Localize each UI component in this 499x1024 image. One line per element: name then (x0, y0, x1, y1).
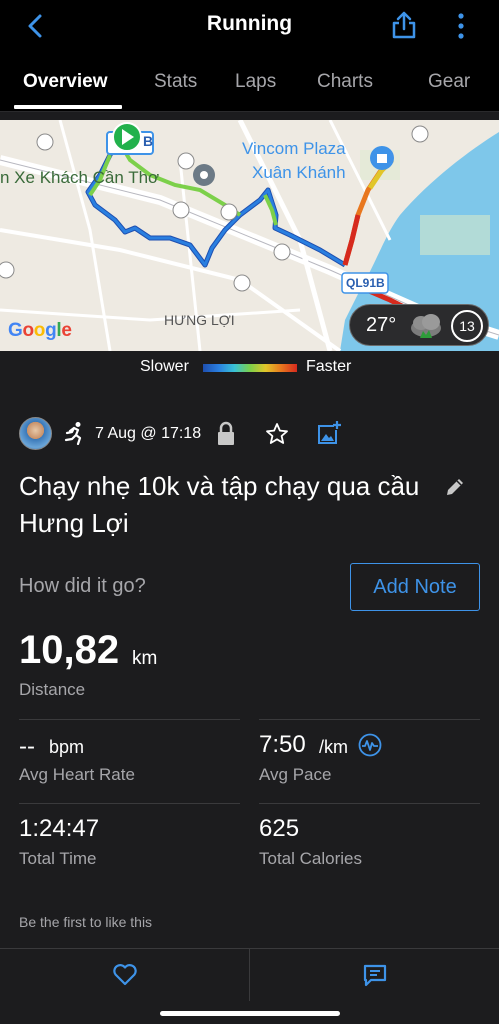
wind-speed: 13 (451, 310, 483, 342)
divider (19, 803, 240, 804)
map-label-plaza-line1: Vincom Plaza (242, 139, 346, 158)
pencil-icon[interactable] (444, 476, 466, 498)
share-icon[interactable] (390, 10, 418, 40)
heart-icon[interactable] (112, 963, 138, 987)
how-did-it-go-prompt: How did it go? (19, 575, 146, 597)
add-note-button[interactable]: Add Note (350, 563, 480, 611)
tab-bar: Overview Stats Laps Charts Gear (0, 52, 499, 112)
map-label-district: HƯNG LỢI (164, 312, 235, 328)
avatar[interactable] (19, 417, 52, 450)
heart-rate-value: -- (19, 733, 35, 760)
star-icon[interactable] (265, 422, 289, 446)
total-calories-label: Total Calories (259, 849, 362, 868)
map-label-plaza-line2: Xuân Khánh (252, 163, 346, 182)
temperature: 27° (366, 314, 397, 336)
tab-gear[interactable]: Gear (428, 71, 470, 93)
distance-value: 10,82 (19, 628, 120, 672)
map-label-station: n Xe Khách Cần Thơ (0, 168, 160, 187)
pace-chart-icon[interactable] (358, 733, 382, 757)
tab-stats[interactable]: Stats (154, 71, 197, 93)
divider (19, 719, 240, 720)
page-title: Running (206, 12, 293, 35)
bottom-action-bar (0, 948, 499, 1024)
tab-laps[interactable]: Laps (235, 71, 276, 93)
legend-faster: Faster (306, 358, 352, 375)
total-time-value: 1:24:47 (19, 815, 100, 842)
divider (259, 803, 480, 804)
like-prompt: Be the first to like this (19, 914, 153, 930)
legend-slower: Slower (140, 358, 189, 375)
running-icon (64, 422, 82, 445)
weather-badge: 27° 13 (349, 304, 489, 346)
heart-rate-unit: bpm (49, 737, 85, 757)
distance-unit: km (132, 648, 158, 669)
divider (259, 719, 480, 720)
tab-charts[interactable]: Charts (317, 71, 373, 93)
top-bar: Running (0, 0, 499, 52)
distance-label: Distance (19, 680, 86, 699)
comment-icon[interactable] (362, 963, 388, 987)
start-badge: B (143, 133, 154, 149)
add-photo-icon[interactable] (316, 420, 342, 446)
speed-legend: Slower Faster (0, 356, 499, 380)
lock-icon[interactable] (216, 421, 236, 447)
pace-value: 7:50 (259, 731, 306, 758)
tab-overview[interactable]: Overview (23, 71, 108, 93)
activity-meta: 7 Aug @ 17:18 (0, 415, 499, 455)
activity-date: 7 Aug @ 17:18 (95, 425, 202, 442)
road-badge: QL91B (346, 276, 385, 290)
total-time-label: Total Time (19, 849, 97, 868)
more-vertical-icon[interactable] (450, 12, 472, 40)
google-logo: Google (8, 320, 72, 341)
pace-label: Avg Pace (259, 765, 332, 784)
home-indicator (160, 1011, 340, 1016)
pace-unit: /km (319, 737, 348, 757)
divider (249, 949, 250, 1001)
activity-title: Chạy nhẹ 10k và tập chạy qua cầu Hưng Lợ… (19, 471, 420, 538)
active-tab-indicator (14, 105, 122, 109)
speed-gradient-bar (203, 364, 297, 372)
heart-rate-label: Avg Heart Rate (19, 765, 135, 784)
cloud-icon (411, 314, 441, 338)
total-calories-value: 625 (259, 815, 300, 842)
